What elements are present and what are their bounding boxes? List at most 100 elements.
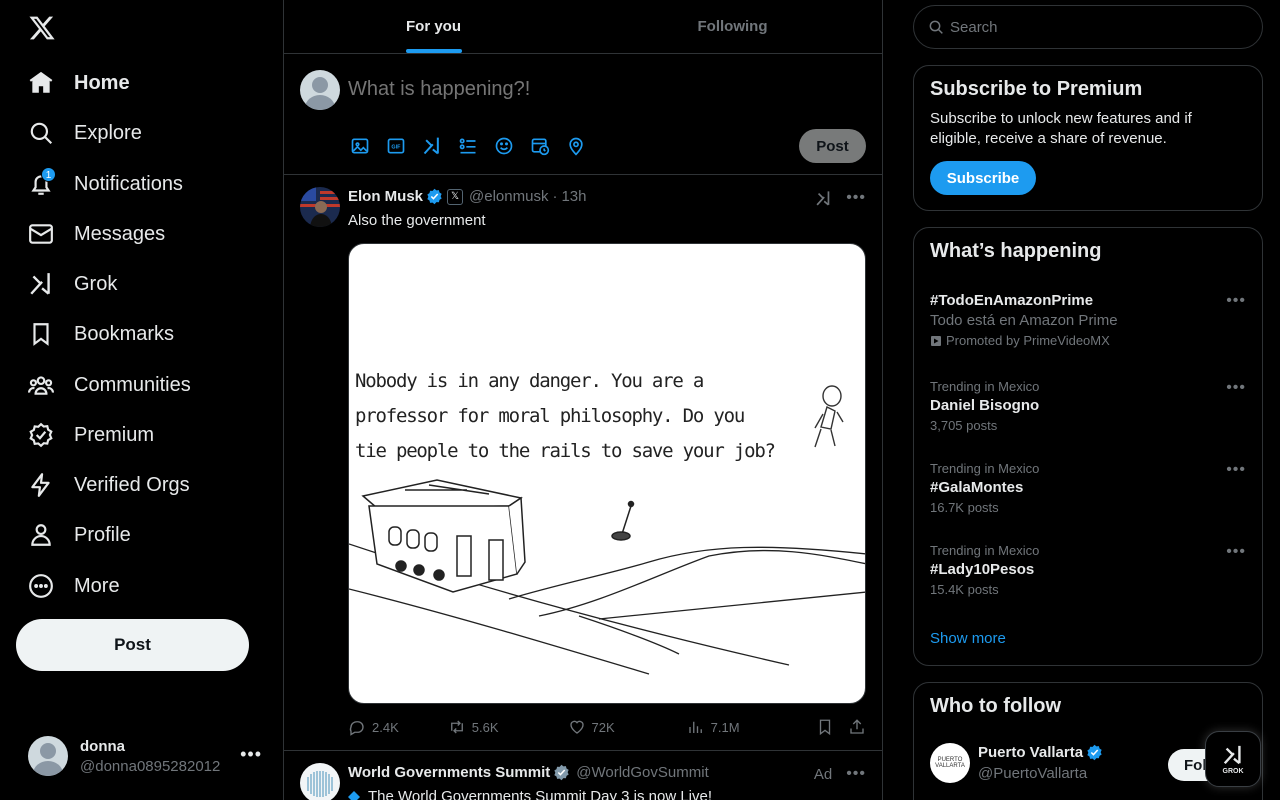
nav-label: Notifications — [74, 172, 183, 195]
share-icon[interactable] — [848, 718, 866, 736]
x-logo-icon[interactable] — [28, 14, 56, 42]
nav-messages[interactable]: Messages — [16, 212, 177, 256]
compose-input[interactable] — [348, 78, 798, 101]
search-input[interactable] — [950, 18, 1230, 36]
tweet[interactable]: Elon Musk 𝕏 @elonmusk · 13h ••• Also the… — [284, 175, 882, 751]
author-name[interactable]: Elon Musk — [348, 188, 423, 205]
separator: · — [552, 188, 558, 205]
views-count: 7.1M — [710, 719, 740, 735]
who-to-follow-title: Who to follow — [930, 695, 1062, 717]
author-name[interactable]: World Governments Summit — [348, 764, 550, 781]
suggestion-name: Puerto Vallarta — [978, 744, 1084, 761]
nav-communities[interactable]: Communities — [16, 363, 203, 407]
tweet-time[interactable]: 13h — [561, 188, 586, 205]
schedule-icon[interactable] — [530, 136, 566, 156]
premium-title: Subscribe to Premium — [930, 78, 1143, 100]
nav-label: Profile — [74, 523, 131, 546]
trend-name: Daniel Bisogno — [930, 397, 1040, 414]
author-handle[interactable]: @elonmusk — [469, 188, 548, 205]
bookmark-icon[interactable] — [816, 718, 834, 736]
nav-explore[interactable]: Explore — [16, 111, 154, 155]
nav-bookmarks[interactable]: Bookmarks — [16, 312, 186, 356]
verified-badge-icon — [1086, 744, 1103, 761]
bell-icon: 1 — [28, 167, 56, 197]
show-more-link[interactable]: Show more — [930, 630, 1006, 647]
repost-count: 5.6K — [471, 719, 499, 735]
emoji-icon[interactable] — [494, 136, 530, 156]
views-button[interactable]: 7.1M — [687, 718, 740, 736]
account-handle: @donna0895282012 — [80, 757, 221, 775]
suggestion-handle: @PuertoVallarta — [978, 765, 1088, 782]
views-icon — [687, 718, 705, 736]
follow-suggestion[interactable]: PUERTO VALLARTA Puerto Vallarta @PuertoV… — [930, 743, 1248, 783]
avatar — [28, 736, 68, 776]
people-icon — [28, 372, 54, 398]
premium-card: Subscribe to Premium Subscribe to unlock… — [913, 65, 1263, 211]
more-dots-icon[interactable]: ••• — [1226, 379, 1246, 397]
nav-home[interactable]: Home — [16, 61, 142, 105]
like-button[interactable]: 72K — [568, 718, 615, 736]
nav-premium[interactable]: Premium — [16, 413, 166, 457]
puerto-vallarta-logo: PUERTO VALLARTA — [930, 743, 970, 783]
more-dots-icon[interactable]: ••• — [1226, 461, 1246, 479]
reply-button[interactable]: 2.4K — [348, 718, 399, 736]
verified-gray-badge-icon — [553, 764, 570, 781]
nav-grok[interactable]: Grok — [16, 262, 129, 306]
gif-icon[interactable]: GIF — [386, 136, 422, 156]
tweet-corner-actions: ••• — [815, 189, 866, 207]
trend-name: #Lady10Pesos — [930, 561, 1035, 578]
nav-label: Bookmarks — [74, 322, 175, 345]
nav-profile[interactable]: Profile — [16, 513, 143, 557]
promoted-trend[interactable]: #TodoEnAmazonPrime Todo está en Amazon P… — [914, 292, 1262, 348]
more-dots-icon[interactable]: ••• — [1226, 543, 1246, 561]
more-dots-icon[interactable]: ••• — [1226, 292, 1246, 310]
nav-label: Communities — [74, 373, 191, 396]
more-dots-icon[interactable]: ••• — [846, 765, 866, 783]
more-dots-icon[interactable]: ••• — [846, 189, 866, 207]
image-icon[interactable] — [350, 136, 386, 156]
compose-post-button[interactable]: Post — [799, 129, 866, 163]
like-count: 72K — [591, 719, 615, 735]
nav-label: Home — [74, 71, 130, 94]
nav-verified-orgs[interactable]: Verified Orgs — [16, 463, 202, 507]
suggestion-name-row: Puerto Vallarta — [978, 744, 1103, 761]
trend-name: #GalaMontes — [930, 479, 1024, 496]
tab-following[interactable]: Following — [583, 0, 882, 53]
bookmark-icon — [28, 321, 54, 347]
poll-icon[interactable] — [458, 136, 494, 156]
nav-label: Grok — [74, 272, 118, 295]
whats-happening-title: What’s happening — [930, 240, 1102, 262]
grok-icon[interactable] — [422, 136, 458, 156]
grok-icon[interactable] — [815, 190, 832, 207]
post-composer: GIF Post — [284, 54, 882, 175]
subscribe-button[interactable]: Subscribe — [930, 161, 1036, 195]
author-handle[interactable]: @WorldGovSummit — [576, 764, 708, 781]
notification-badge: 1 — [41, 167, 56, 182]
location-icon[interactable] — [566, 136, 602, 156]
avatar[interactable] — [300, 763, 340, 800]
nav-more[interactable]: More — [16, 564, 132, 608]
repost-button[interactable]: 5.6K — [448, 718, 499, 736]
tab-for-you[interactable]: For you — [284, 0, 583, 53]
promoted-tweet[interactable]: World Governments Summit @WorldGovSummit… — [284, 751, 882, 800]
trend-context: Trending in Mexico — [930, 461, 1040, 476]
tweet-corner-actions: Ad ••• — [814, 765, 866, 783]
nav-label: Verified Orgs — [74, 473, 190, 496]
avatar[interactable] — [300, 187, 340, 227]
nav-label: Messages — [74, 222, 166, 245]
trend-item[interactable]: Trending in Mexico #GalaMontes 16.7K pos… — [914, 461, 1262, 515]
reply-count: 2.4K — [372, 719, 399, 735]
nav-notifications[interactable]: 1 Notifications — [16, 162, 195, 206]
trend-item[interactable]: Trending in Mexico Daniel Bisogno 3,705 … — [914, 379, 1262, 433]
account-name: donna — [80, 737, 125, 755]
grok-floating-button[interactable]: GROK — [1205, 731, 1261, 787]
trend-item[interactable]: Trending in Mexico #Lady10Pesos 15.4K po… — [914, 543, 1262, 597]
account-switcher[interactable]: donna @donna0895282012 ••• — [16, 726, 274, 786]
tweet-image[interactable]: Nobody is in any danger. You are a profe… — [348, 243, 866, 704]
more-dots-icon: ••• — [240, 744, 262, 764]
timeline: For you Following GIF Post — [283, 0, 883, 800]
verified-badge-icon — [426, 188, 443, 205]
post-button[interactable]: Post — [16, 619, 249, 671]
search-bar[interactable] — [913, 5, 1263, 49]
person-icon — [28, 522, 54, 548]
